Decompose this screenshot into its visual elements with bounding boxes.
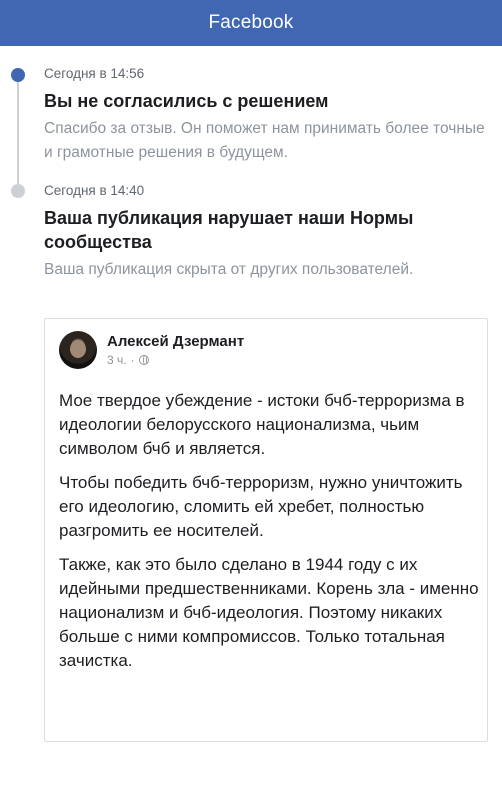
entry-heading: Вы не согласились с решением (44, 91, 329, 111)
post-time[interactable]: 3 ч. (107, 353, 127, 367)
app-title: Facebook (208, 12, 294, 33)
timeline-entry: Сегодня в 14:40 Ваша публикация нарушает… (44, 183, 488, 282)
globe-icon (138, 355, 149, 365)
post-body: Мое твердое убеждение - истоки бчб-терро… (59, 389, 479, 683)
post-header: Алексей Дзермант 3 ч. · (59, 331, 244, 369)
timeline-dot-active (11, 68, 25, 82)
entry-timestamp: Сегодня в 14:56 (44, 66, 145, 81)
post-paragraph: Мое твердое убеждение - истоки бчб-терро… (59, 391, 465, 458)
entry-heading: Ваша публикация нарушает наши Нормы сооб… (44, 208, 414, 252)
entry-timestamp: Сегодня в 14:40 (44, 183, 145, 198)
meta-separator: · (130, 353, 135, 367)
post-meta: 3 ч. · (107, 353, 244, 367)
entry-description: Ваша публикация скрыта от других пользов… (44, 261, 414, 278)
entry-description: Спасибо за отзыв. Он поможет нам принима… (44, 120, 485, 161)
quoted-post-card[interactable]: Алексей Дзермант 3 ч. · Мое твердое убеж… (44, 318, 488, 742)
timeline-dot-past (11, 184, 25, 198)
post-paragraph: Также, как это было сделано в 1944 году … (59, 555, 479, 670)
app-header: Facebook (0, 0, 502, 46)
timeline-entry: Сегодня в 14:56 Вы не согласились с реше… (44, 66, 488, 165)
avatar[interactable] (59, 331, 97, 369)
timeline-line (17, 76, 19, 194)
support-inbox-timeline: Сегодня в 14:56 Вы не согласились с реше… (0, 46, 502, 800)
post-paragraph: Чтобы победить бчб-терроризм, нужно унич… (59, 473, 463, 540)
post-author-name[interactable]: Алексей Дзермант (107, 333, 244, 350)
